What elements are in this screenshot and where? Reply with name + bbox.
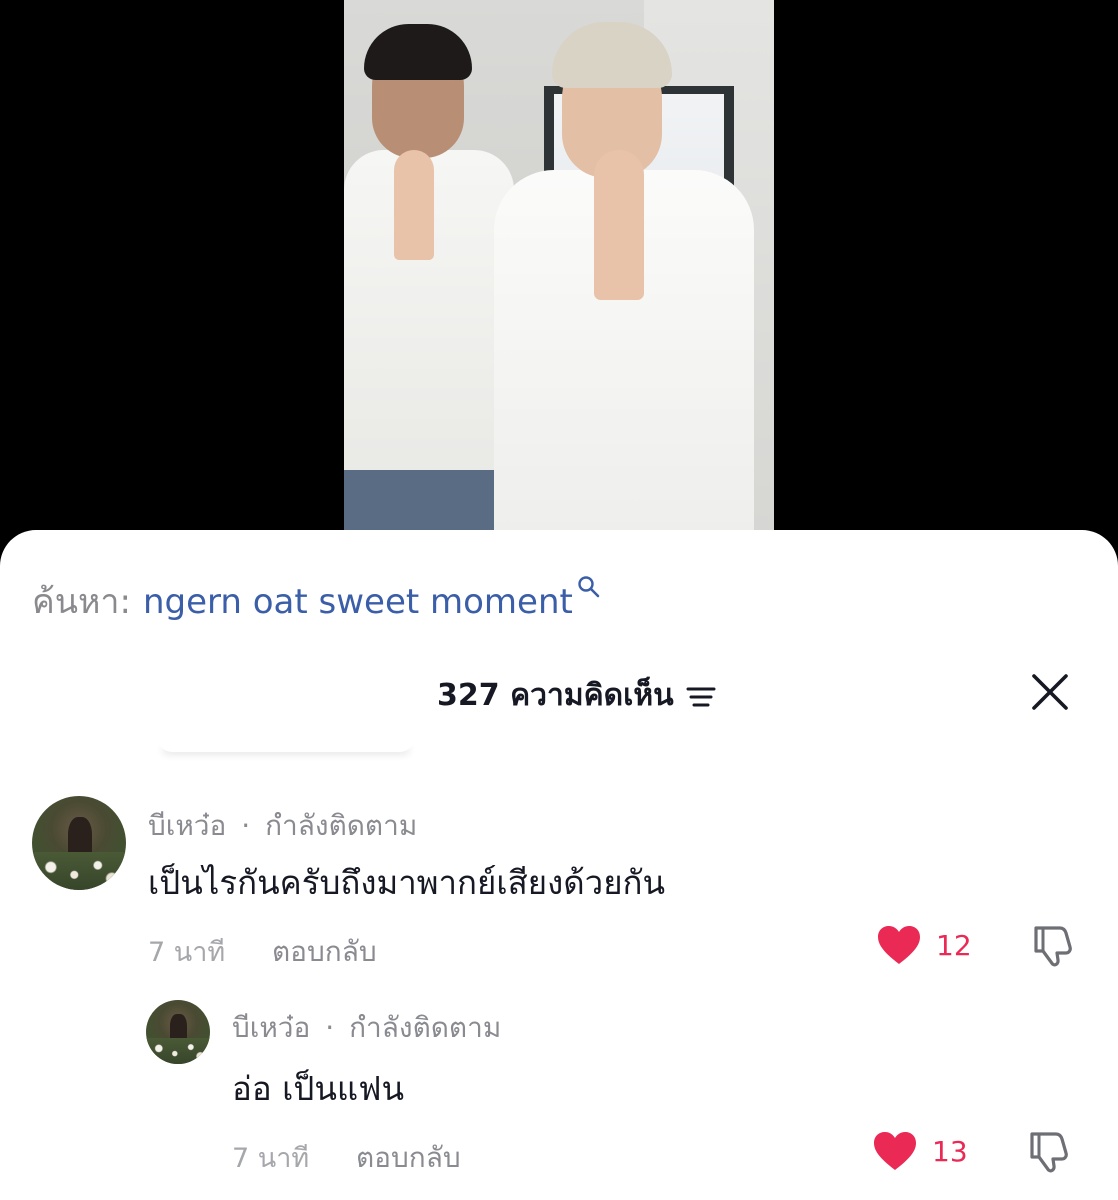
reply-button[interactable]: ตอบกลับ [272,930,377,974]
comment-meta[interactable]: บีเหว๋อ · กำลังติดตาม [232,1006,501,1050]
search-icon[interactable] [577,568,601,598]
comment-text: เป็นไรกันครับถึงมาพากย์เสียงด้วยกัน [148,863,666,902]
close-button[interactable] [1028,670,1072,714]
meta-separator: · [325,1011,335,1044]
avatar[interactable] [32,796,126,890]
filter-icon[interactable] [686,683,716,709]
following-status: กำลังติดตาม [349,1011,502,1044]
comment-text: อ่อ เป็นแฟน [232,1069,405,1108]
avatar-flowers [146,1038,210,1064]
dislike-button[interactable] [1030,922,1076,968]
comment-time: 7 นาที [232,1143,310,1174]
dislike-button[interactable] [1026,1128,1072,1174]
comment-author[interactable]: บีเหว๋อ [148,809,226,842]
avatar[interactable] [146,1000,210,1064]
pinned-card-edge [158,738,414,752]
comment-item: บีเหว๋อ · กำลังติดตาม เป็นไรกันครับถึงมา… [0,796,1118,996]
comment-author[interactable]: บีเหว๋อ [232,1011,310,1044]
comment-count-label: 327 ความคิดเห็น [437,678,674,713]
comment-meta[interactable]: บีเหว๋อ · กำลังติดตาม [148,804,417,848]
heart-icon [874,1132,916,1170]
heart-icon [878,926,920,964]
like-button[interactable]: 13 [872,1130,968,1172]
comments-sheet: ค้นหา: ngern oat sweet moment 327 ความคิ… [0,530,1118,1200]
screen: ค้นหา: ngern oat sweet moment 327 ความคิ… [0,0,1118,1200]
like-count: 12 [936,928,972,962]
reply-comment-item: บีเหว๋อ · กำลังติดตาม อ่อ เป็นแฟน 7 นาที… [0,1000,1118,1200]
search-query-link[interactable]: ngern oat sweet moment [143,582,573,622]
like-button[interactable]: 12 [876,924,972,966]
video-player[interactable] [344,0,774,540]
comment-count[interactable]: 327 ความคิดเห็น [437,672,716,719]
meta-separator: · [241,809,251,842]
person-left-hands [394,150,434,260]
person-left-hair [364,24,472,80]
following-status: กำลังติดตาม [265,809,418,842]
comment-time: 7 นาที [148,937,226,968]
avatar-flowers [32,852,126,890]
comments-header: 327 ความคิดเห็น [0,670,1118,718]
like-count: 13 [932,1134,968,1168]
related-search[interactable]: ค้นหา: ngern oat sweet moment [32,574,601,628]
thumbs-down-icon [1030,1132,1068,1173]
close-icon [1032,674,1068,710]
reply-button[interactable]: ตอบกลับ [356,1136,461,1180]
search-prefix: ค้นหา: [32,582,131,622]
thumbs-down-icon [1034,926,1072,967]
person-right-hands [594,150,644,300]
